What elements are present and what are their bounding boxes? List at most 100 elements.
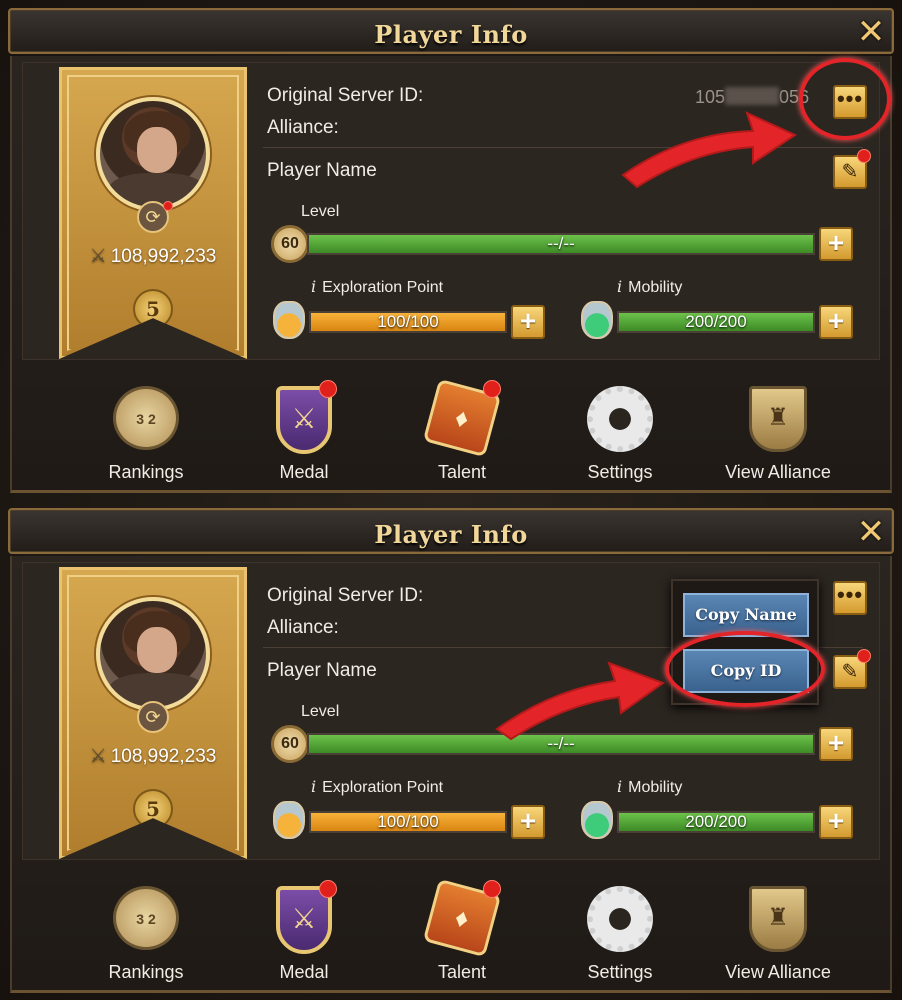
toolbar-view-alliance[interactable]: ♜ View Alliance [708,386,848,486]
player-banner: ⟳ ⚔ 108,992,233 5 [59,567,247,859]
info-icon[interactable]: i [617,277,622,296]
toolbar-label: Rankings [108,462,184,482]
power-value: 108,992,233 [110,246,217,267]
level-plus-button[interactable]: + [819,227,853,261]
more-dots-icon: ••• [836,582,864,607]
toolbar-medal[interactable]: ⚔ Medal [234,380,374,486]
toolbar-medal[interactable]: ⚔ Medal [234,880,374,986]
notification-dot [483,380,501,398]
gear-icon [587,386,653,452]
panel-title: Player Info [374,20,528,49]
plus-icon: + [827,805,845,836]
toolbar-label: View Alliance [725,962,831,982]
toolbar-rankings[interactable]: 3 2 Rankings [76,386,216,486]
more-button[interactable]: ••• [833,581,867,615]
plus-icon: + [519,805,537,836]
mobility-label: Mobility [628,779,683,796]
mobility-bar: 200/200 [617,811,815,833]
toolbar-talent[interactable]: ♦ Talent [392,378,532,486]
mobility-plus-button[interactable]: + [819,805,853,839]
level-bar-text: --/-- [547,234,575,253]
crossed-swords-icon: ⚔ [89,246,107,267]
mobility-bar-text: 200/200 [685,812,747,831]
panel-body: ⟳ ⚔ 108,992,233 5 Original Server ID: •••… [10,556,892,993]
rank-medal: 5 [133,789,173,829]
podium-icon: 3 2 [113,886,179,950]
player-info-box: ⟳ ⚔ 108,992,233 5 Original Server ID: •••… [22,562,880,860]
player-info-panel-top: Player Info ✕ ⟳ ⚔ 108,992,233 5 Original… [0,0,902,497]
power-value: 108,992,233 [110,746,217,767]
toolbar-view-alliance[interactable]: ♜ View Alliance [708,886,848,986]
mobility-plus-button[interactable]: + [819,305,853,339]
toolbar-label: Settings [587,462,653,482]
toolbar-settings[interactable]: Settings [550,886,690,986]
toolbar-label: Medal [279,462,329,482]
notification-dot [857,649,871,663]
mobility-potion-icon [581,301,613,339]
toolbar-label: Settings [587,962,653,982]
plus-icon: + [827,227,845,258]
toolbar-label: Rankings [108,962,184,982]
title-bar: Player Info ✕ [8,8,894,54]
mobility-bar-text: 200/200 [685,312,747,331]
power-display: ⚔ 108,992,233 [59,245,247,268]
player-info-panel-bottom: Player Info ✕ ⟳ ⚔ 108,992,233 5 Original… [0,500,902,997]
exploration-plus-button[interactable]: + [511,305,545,339]
notification-dot [319,380,337,398]
close-icon[interactable]: ✕ [854,515,888,550]
mobility-label-row: i Mobility [617,277,682,297]
level-plus-button[interactable]: + [819,727,853,761]
plus-icon: + [827,305,845,336]
mobility-potion-icon [581,801,613,839]
avatar[interactable] [96,597,210,711]
notification-dot [163,201,173,211]
alliance-banner-icon: ♜ [749,386,807,452]
swap-icon[interactable]: ⟳ [137,701,169,733]
level-badge: 60 [271,225,309,263]
podium-icon: 3 2 [113,386,179,450]
info-icon[interactable]: i [311,777,316,796]
close-icon[interactable]: ✕ [854,15,888,50]
toolbar-label: Talent [437,962,487,982]
plus-icon: + [827,727,845,758]
alliance-label: Alliance: [267,117,339,138]
exploration-bar: 100/100 [309,311,507,333]
rank-medal: 5 [133,289,173,329]
toolbar-talent[interactable]: ♦ Talent [392,878,532,986]
level-bar: --/-- [307,233,815,255]
toolbar-label: Talent [437,462,487,482]
exploration-plus-button[interactable]: + [511,805,545,839]
info-icon[interactable]: i [311,277,316,296]
power-display: ⚔ 108,992,233 [59,745,247,768]
pencil-icon: ✎ [841,161,859,183]
panel-body: ⟳ ⚔ 108,992,233 5 Original Server ID: 105… [10,56,892,493]
player-info-box: ⟳ ⚔ 108,992,233 5 Original Server ID: 105… [22,58,891,360]
info-icon[interactable]: i [617,777,622,796]
toolbar-settings[interactable]: Settings [550,386,690,486]
crossed-swords-icon: ⚔ [89,746,107,767]
screenshot-stage: Player Info ✕ ⟳ ⚔ 108,992,233 5 Original… [0,0,902,1000]
server-id-label: Original Server ID: [267,585,424,606]
toolbar-rankings[interactable]: 3 2 Rankings [76,886,216,986]
level-label: Level [301,703,340,720]
highlight-circle [799,58,891,140]
exploration-label-row: i Exploration Point [311,777,443,797]
avatar[interactable] [96,97,210,211]
mobility-bar: 200/200 [617,311,815,333]
exploration-label: Exploration Point [322,779,444,796]
alliance-banner-icon: ♜ [749,886,807,952]
red-arrow-icon [621,111,798,189]
gear-icon [587,886,653,952]
exploration-bar-text: 100/100 [377,812,439,831]
notification-dot [857,149,871,163]
level-label: Level [301,203,340,220]
notification-dot [319,880,337,898]
alliance-label: Alliance: [267,617,339,638]
exploration-potion-icon [273,301,305,339]
level-badge: 60 [271,725,309,763]
player-banner: ⟳ ⚔ 108,992,233 5 [59,67,247,359]
exploration-bar-text: 100/100 [377,312,439,331]
pencil-icon: ✎ [841,661,859,683]
player-name-label: Player Name [267,660,377,681]
red-arrow-icon [495,661,666,741]
